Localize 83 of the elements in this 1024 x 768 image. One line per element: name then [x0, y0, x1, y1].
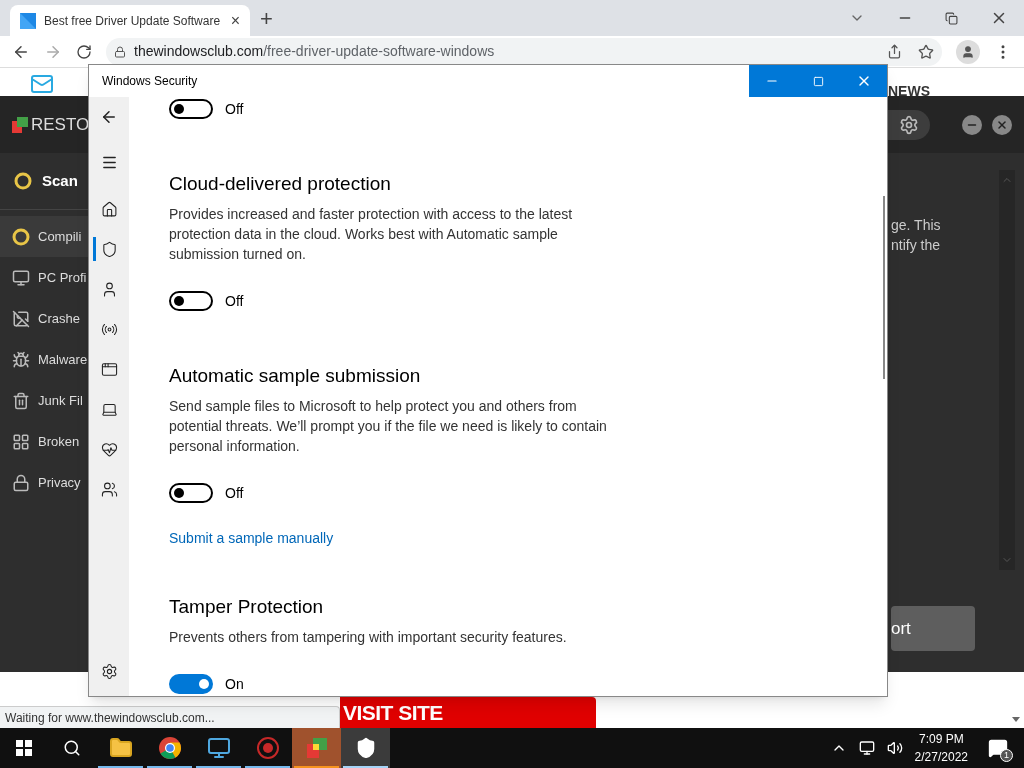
settings-icon[interactable] [100, 663, 118, 680]
back-icon[interactable] [100, 108, 118, 126]
app-logo-icon [12, 116, 28, 133]
sidebar-item[interactable]: Junk Fil [0, 380, 88, 421]
sidebar-item[interactable]: Crashe [0, 298, 88, 339]
settings-icon[interactable] [899, 114, 919, 135]
tab-close-button[interactable]: × [230, 12, 240, 29]
bug-icon [12, 350, 30, 369]
url-host: thewindowsclub.com [134, 42, 264, 61]
nav-link[interactable]: NEWS [888, 84, 930, 98]
windows-logo-icon [16, 740, 32, 756]
scroll-track[interactable] [999, 170, 1015, 570]
volume-icon[interactable] [886, 740, 903, 756]
submit-sample-link[interactable]: Submit a sample manually [169, 528, 334, 548]
body-text: ge. This [891, 216, 942, 235]
lock-icon [114, 45, 126, 58]
section-description: Provides increased and faster protection with access to the latest protection data in the cloud. Works best with Automatic sample submission turned on. [169, 205, 574, 264]
section-heading: Cloud-delivered protection [169, 172, 392, 196]
notification-button[interactable]: 1 [980, 728, 1016, 768]
action-button[interactable]: ort [891, 606, 975, 651]
toggle-switch[interactable] [169, 291, 213, 311]
close-button[interactable] [992, 114, 1012, 135]
minimize-button[interactable] [962, 114, 982, 135]
window-logo-icon [20, 12, 36, 29]
image-off-icon [12, 309, 30, 328]
share-icon[interactable] [887, 44, 902, 59]
home-icon[interactable] [100, 200, 118, 218]
visit-site-banner[interactable]: VISIT SITE [340, 697, 596, 728]
toggle-label: Off [225, 99, 244, 119]
close-icon [996, 118, 1008, 131]
browser-tab[interactable]: Best free Driver Update Software × [10, 5, 250, 36]
scan-title: Scan [42, 170, 78, 191]
sidebar-item[interactable]: Malware [0, 339, 88, 380]
sidebar-item[interactable]: Privacy [0, 462, 88, 503]
tab-title: Best free Driver Update Software [44, 12, 222, 30]
toggle-label: On [225, 674, 244, 694]
monitor-icon [12, 268, 30, 287]
section-heading: Tamper Protection [169, 595, 325, 619]
sidebar-item[interactable]: Compili [0, 216, 88, 257]
toggle-label: Off [225, 483, 244, 503]
grid-icon [12, 432, 30, 451]
search-icon[interactable] [63, 739, 81, 757]
scroll-down-arrow-icon[interactable] [1012, 717, 1020, 722]
folder-icon [108, 736, 133, 760]
status-bubble: Waiting for www.thewindowsclub.com... [0, 706, 340, 728]
bookmark-icon[interactable] [918, 43, 934, 60]
ring-icon [12, 227, 30, 246]
reload-icon[interactable] [76, 43, 92, 60]
window-title: Windows Security [102, 73, 198, 90]
notification-badge: 1 [1000, 749, 1013, 762]
restore-icon[interactable] [945, 11, 958, 25]
section-description: Prevents others from tampering with important security features. [169, 628, 568, 647]
taskbar-app[interactable] [341, 728, 390, 768]
maximize-icon[interactable] [812, 75, 824, 87]
ring-icon [14, 172, 32, 190]
body-text: ntify the [891, 236, 942, 255]
section-heading: Automatic sample submission [169, 364, 422, 388]
blocks-icon [304, 736, 329, 760]
toggle-switch[interactable] [169, 99, 213, 119]
new-tab-button[interactable]: + [260, 8, 273, 30]
scrollbar-thumb[interactable] [883, 196, 885, 379]
lock-icon [12, 473, 30, 492]
toggle-label: Off [225, 291, 244, 311]
section-description: Send sample files to Microsoft to help protect you and others from potential threats. We’ll prompt you if the file we need is likely to contain personal information. [169, 397, 608, 456]
shield-icon[interactable] [100, 240, 118, 258]
app-logo-text: RESTO [31, 113, 90, 136]
chrome-icon [157, 736, 182, 760]
monitor-icon [206, 736, 231, 760]
people-icon[interactable] [100, 480, 118, 498]
toggle-switch[interactable] [169, 674, 213, 694]
profile-avatar[interactable] [956, 39, 980, 64]
sidebar-item[interactable]: Broken [0, 421, 88, 462]
envelope-icon [30, 72, 54, 96]
sidebar-item[interactable]: PC Profi [0, 257, 88, 298]
heart-icon[interactable] [100, 440, 118, 458]
clock[interactable]: 7:09 PM 2/27/2022 [914, 730, 968, 766]
network-icon[interactable] [858, 740, 875, 756]
selection-bar [93, 237, 96, 261]
url-path: /free-driver-update-software-windows [263, 42, 495, 61]
address-bar[interactable]: thewindowsclub.com/free-driver-update-software-windows [106, 37, 942, 66]
trash-icon [12, 391, 30, 410]
window-icon[interactable] [100, 360, 118, 378]
toggle-switch[interactable] [169, 483, 213, 503]
